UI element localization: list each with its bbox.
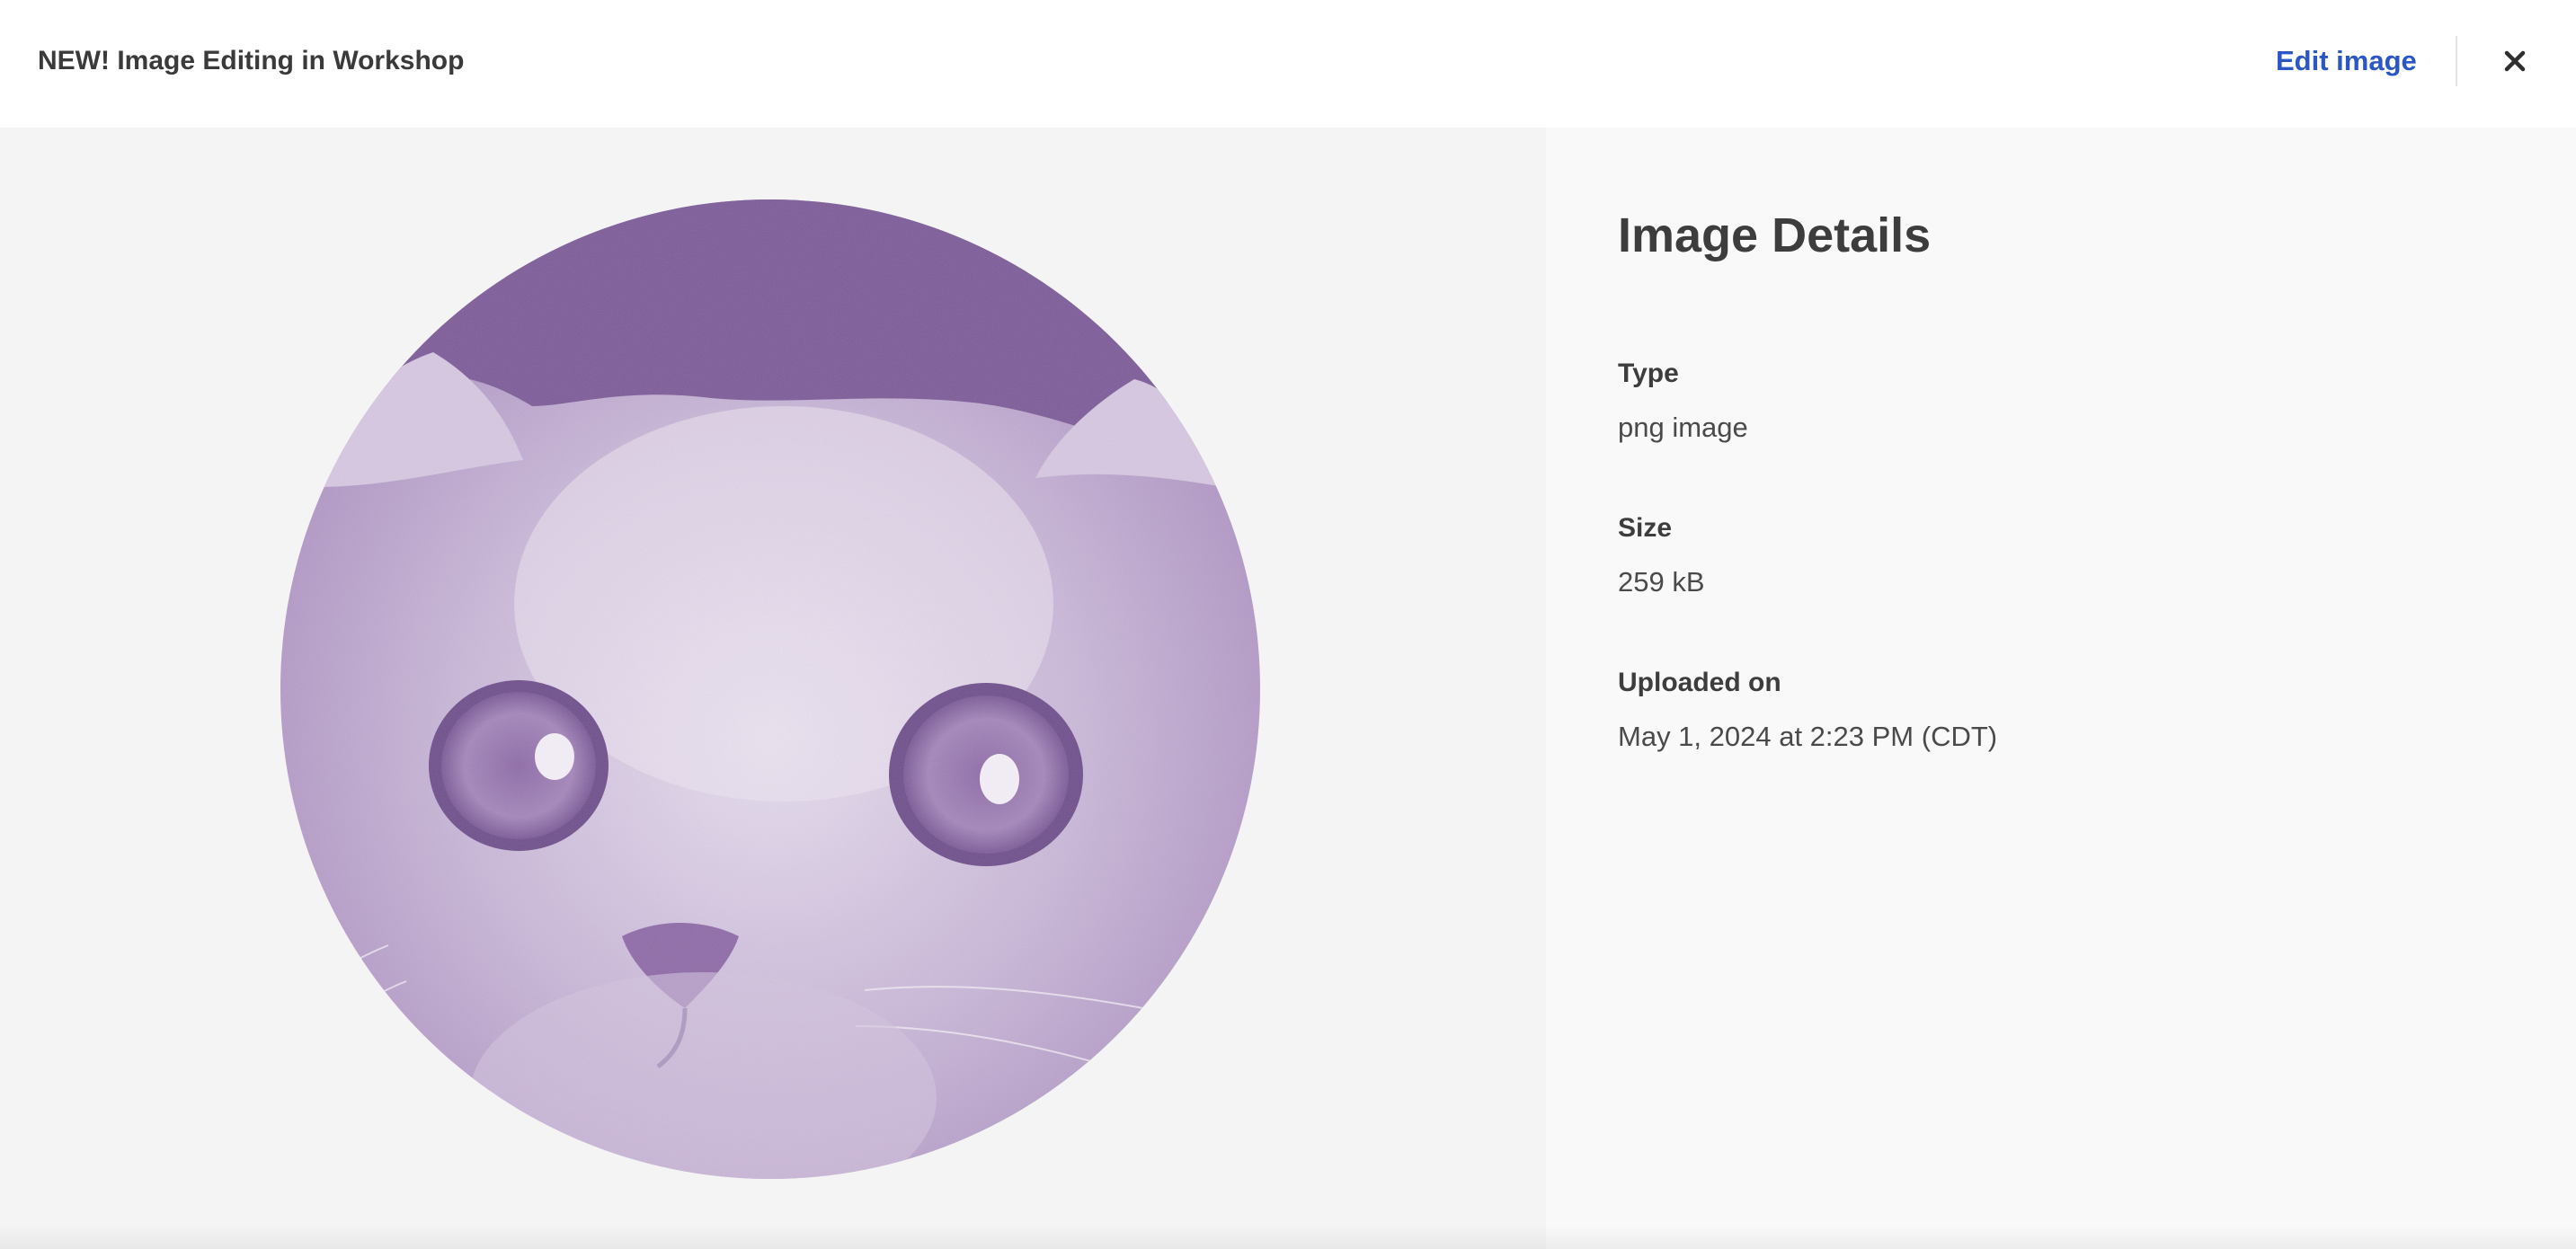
image-details-modal: NEW! Image Editing in Workshop Edit imag…: [0, 0, 2576, 1249]
close-icon: [2504, 50, 2526, 72]
close-button[interactable]: [2495, 41, 2535, 81]
type-value: png image: [1618, 412, 1748, 443]
image-preview-pane: [0, 128, 1546, 1249]
uploaded-value: May 1, 2024 at 2:23 PM (CDT): [1618, 721, 1998, 752]
details-title: Image Details: [1618, 208, 1932, 262]
bottom-shadow: [0, 1226, 2576, 1249]
header-divider: [2456, 36, 2457, 86]
uploaded-label: Uploaded on: [1618, 668, 1781, 697]
size-value: 259 kB: [1618, 566, 1705, 598]
kitten-image: [280, 199, 1260, 1179]
header-title: NEW! Image Editing in Workshop: [38, 46, 465, 75]
type-label: Type: [1618, 359, 1679, 388]
edit-image-link[interactable]: Edit image: [2276, 43, 2417, 79]
details-panel: Image Details Type png image Size 259 kB…: [1546, 128, 2576, 1249]
modal-header: NEW! Image Editing in Workshop Edit imag…: [0, 0, 2576, 128]
size-label: Size: [1618, 513, 1673, 543]
